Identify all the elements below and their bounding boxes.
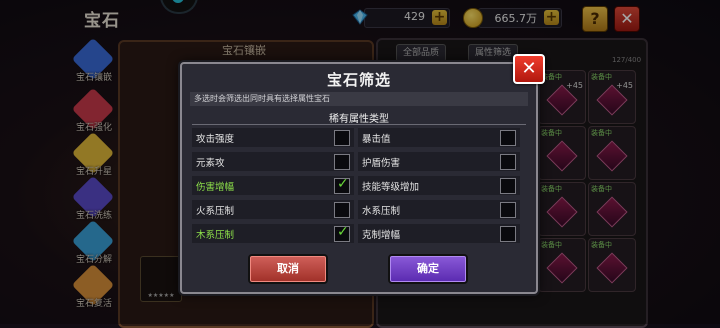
option-water-suppression[interactable]: 水系压制 xyxy=(358,200,520,219)
dialog-title: 宝石筛选 xyxy=(326,71,391,89)
option-label: 伤害增幅 xyxy=(196,182,235,193)
option-elemental-attack[interactable]: 元素攻 xyxy=(192,152,354,171)
option-label: 技能等级增加 xyxy=(362,182,420,193)
checkbox-checked[interactable]: ✓ xyxy=(334,224,350,242)
option-label: 护盾伤害 xyxy=(362,158,401,169)
option-crit-value[interactable]: 暴击值 xyxy=(358,128,520,147)
checkbox[interactable] xyxy=(500,154,516,170)
checkbox[interactable] xyxy=(500,178,516,194)
cancel-button[interactable]: 取消 xyxy=(248,254,328,284)
option-counter-boost[interactable]: 克制增幅 xyxy=(358,224,520,243)
option-shield-damage[interactable]: 护盾伤害 xyxy=(358,152,520,171)
option-skill-level-up[interactable]: 技能等级增加 xyxy=(358,176,520,195)
checkbox[interactable] xyxy=(500,202,516,218)
checkmark-icon: ✓ xyxy=(337,224,349,240)
option-damage-boost[interactable]: 伤害增幅 ✓ xyxy=(192,176,354,195)
checkbox[interactable] xyxy=(334,154,350,170)
checkbox-checked[interactable]: ✓ xyxy=(334,176,350,194)
confirm-button[interactable]: 确定 xyxy=(388,254,468,284)
checkbox[interactable] xyxy=(334,202,350,218)
divider xyxy=(192,124,526,125)
checkbox[interactable] xyxy=(500,226,516,242)
option-label: 暴击值 xyxy=(362,134,391,145)
option-label: 攻击强度 xyxy=(196,134,235,145)
filter-hint: 多选时会筛选出同时具有选择属性宝石 xyxy=(190,92,528,106)
option-label: 元素攻 xyxy=(196,158,225,169)
option-label: 火系压制 xyxy=(196,206,235,217)
checkbox[interactable] xyxy=(500,130,516,146)
option-wood-suppression[interactable]: 木系压制 ✓ xyxy=(192,224,354,243)
option-attack-power[interactable]: 攻击强度 xyxy=(192,128,354,147)
checkbox[interactable] xyxy=(334,130,350,146)
checkmark-icon: ✓ xyxy=(337,176,349,192)
option-label: 克制增幅 xyxy=(362,230,401,241)
gem-filter-dialog: 宝石筛选 ✕ 多选时会筛选出同时具有选择属性宝石 稀有属性类型 攻击强度 元素攻… xyxy=(180,54,545,294)
option-label: 木系压制 xyxy=(196,230,235,241)
close-dialog-button[interactable]: ✕ xyxy=(513,54,545,84)
option-label: 水系压制 xyxy=(362,206,401,217)
section-heading: 稀有属性类型 xyxy=(329,114,389,125)
option-fire-suppression[interactable]: 火系压制 xyxy=(192,200,354,219)
